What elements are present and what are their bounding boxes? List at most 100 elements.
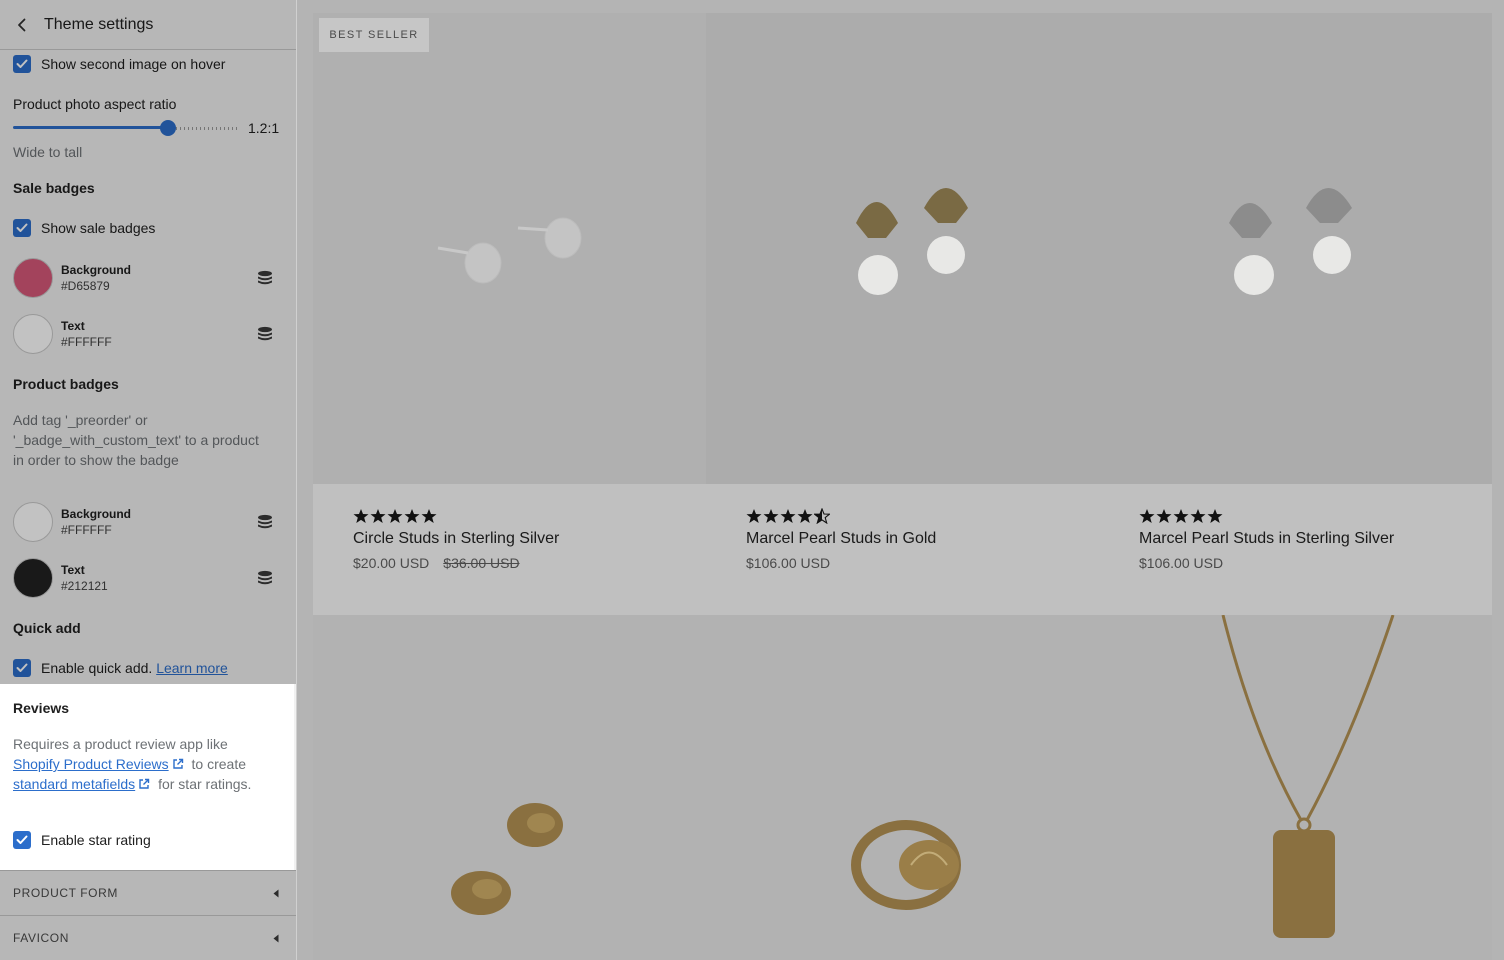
swatch-label: Background	[61, 263, 132, 277]
color-swatch[interactable]	[13, 314, 53, 354]
theme-settings-sidebar: Theme settings Show second image on hove…	[0, 0, 297, 960]
sale-price: $20.00 USD	[353, 555, 430, 571]
checkbox-label: Show sale badges	[41, 220, 156, 236]
swatch-value: #FFFFFF	[61, 335, 112, 349]
star-icon	[763, 509, 779, 523]
gold-hoop-earrings-image[interactable]	[443, 785, 583, 935]
swatch-label: Text	[61, 319, 85, 333]
color-swatch[interactable]	[13, 558, 53, 598]
standard-metafields-link[interactable]: standard metafields	[13, 776, 135, 792]
reviews-help-text: for star ratings.	[158, 776, 252, 792]
external-link-icon	[139, 778, 150, 789]
star-icon	[780, 509, 796, 523]
aspect-ratio-value: 1.2:1	[248, 120, 280, 136]
product-price: $106.00 USD	[746, 555, 830, 571]
product-price: $106.00 USD	[1139, 555, 1223, 571]
product-image[interactable]	[1099, 13, 1492, 484]
product-badge: BEST SELLER	[319, 18, 429, 52]
dynamic-source-icon[interactable]	[255, 326, 275, 342]
page-title: Theme settings	[44, 15, 154, 33]
star-rating	[353, 508, 437, 524]
reviews-help-text: to create	[191, 756, 247, 772]
star-icon	[353, 509, 369, 523]
caret-left-icon	[273, 934, 279, 942]
gold-pendant-necklace-image[interactable]	[1213, 615, 1403, 945]
product-info: Circle Studs in Sterling Silver $20.00 U…	[313, 484, 706, 615]
sale-badges-heading: Sale badges	[13, 180, 95, 196]
checkbox-checked-icon[interactable]	[13, 55, 31, 73]
regular-price: $106.00 USD	[1139, 555, 1224, 571]
color-swatch[interactable]	[13, 258, 53, 298]
reviews-help-line: Shopify Product Reviews to create	[13, 754, 246, 774]
compare-price: $36.00 USD	[443, 555, 520, 571]
swatch-label: Background	[61, 507, 132, 521]
product-title[interactable]: Circle Studs in Sterling Silver	[353, 530, 559, 548]
section-label: FAVICON	[13, 931, 69, 945]
aspect-ratio-slider-fill[interactable]	[13, 126, 168, 129]
back-arrow-icon[interactable]	[0, 0, 44, 50]
sidebar-header: Theme settings	[0, 0, 296, 50]
star-icon	[387, 509, 403, 523]
product-badges-help-line: Add tag '_preorder' or	[13, 412, 148, 428]
favicon-section[interactable]: FAVICON	[0, 915, 296, 960]
checkbox-checked-icon[interactable]	[13, 831, 31, 849]
reviews-help-line: standard metafields for star ratings.	[13, 774, 251, 794]
star-icon	[1207, 509, 1223, 523]
quick-add-heading: Quick add	[13, 620, 81, 636]
learn-more-link[interactable]: Learn more	[156, 660, 228, 676]
product-form-section[interactable]: PRODUCT FORM	[0, 870, 296, 915]
aspect-ratio-label: Product photo aspect ratio	[13, 96, 177, 112]
half-star-icon	[814, 508, 830, 524]
checkbox-label: Enable quick add.	[41, 660, 153, 676]
show-second-image-checkbox[interactable]: Show second image on hover	[13, 55, 225, 73]
product-title[interactable]: Marcel Pearl Studs in Gold	[746, 530, 936, 548]
aspect-ratio-slider-thumb[interactable]	[160, 120, 176, 136]
color-swatch[interactable]	[13, 502, 53, 542]
star-icon	[370, 509, 386, 523]
product-image[interactable]	[706, 13, 1099, 484]
product-badge-background-setting[interactable]: Background #FFFFFF	[13, 501, 285, 543]
gold-signet-ring-image[interactable]	[851, 810, 971, 915]
aspect-ratio-help: Wide to tall	[13, 144, 83, 160]
checkbox-checked-icon[interactable]	[13, 659, 31, 677]
silver-stud-earrings-image	[437, 217, 582, 284]
product-image[interactable]: BEST SELLER	[313, 13, 706, 484]
swatch-value: #FFFFFF	[61, 523, 112, 537]
star-icon	[746, 509, 762, 523]
dynamic-source-icon[interactable]	[255, 514, 275, 530]
product-grid-row-2	[313, 615, 1492, 960]
product-info: Marcel Pearl Studs in Sterling Silver $1…	[1099, 484, 1492, 615]
star-rating	[1139, 508, 1223, 524]
star-icon	[1173, 509, 1189, 523]
dynamic-source-icon[interactable]	[255, 570, 275, 586]
swatch-value: #212121	[61, 579, 108, 593]
product-badges-help-line: '_badge_with_custom_text' to a product	[13, 432, 259, 448]
star-icon	[404, 509, 420, 523]
shopify-product-reviews-link[interactable]: Shopify Product Reviews	[13, 756, 169, 772]
quick-add-checkbox[interactable]: Enable quick add. Learn more	[13, 659, 228, 677]
reviews-help-line: Requires a product review app like	[13, 736, 228, 752]
external-link-icon	[172, 758, 183, 769]
enable-star-rating-checkbox[interactable]: Enable star rating	[13, 831, 151, 849]
section-label: PRODUCT FORM	[13, 886, 118, 900]
star-icon	[1190, 509, 1206, 523]
aspect-ratio-slider-track[interactable]	[168, 127, 240, 130]
checkbox-checked-icon[interactable]	[13, 219, 31, 237]
storefront-preview: BEST SELLER Circle Studs in Sterling Sil…	[297, 0, 1504, 960]
silver-shell-pearl-earrings-image	[1229, 188, 1352, 295]
star-icon	[1156, 509, 1172, 523]
product-badge-text-setting[interactable]: Text #212121	[13, 557, 285, 599]
sale-badge-text-setting[interactable]: Text #FFFFFF	[13, 313, 285, 355]
regular-price: $106.00 USD	[746, 555, 831, 571]
product-title[interactable]: Marcel Pearl Studs in Sterling Silver	[1139, 530, 1394, 548]
caret-left-icon	[273, 889, 279, 897]
sale-badge-background-setting[interactable]: Background #D65879	[13, 257, 285, 299]
star-rating	[746, 508, 830, 524]
show-sale-badges-checkbox[interactable]: Show sale badges	[13, 219, 155, 237]
product-badges-heading: Product badges	[13, 376, 119, 392]
product-price: $20.00 USD $36.00 USD	[353, 555, 520, 571]
checkbox-label: Show second image on hover	[41, 56, 226, 72]
dynamic-source-icon[interactable]	[255, 270, 275, 286]
reviews-heading: Reviews	[13, 700, 70, 716]
star-icon	[421, 509, 437, 523]
